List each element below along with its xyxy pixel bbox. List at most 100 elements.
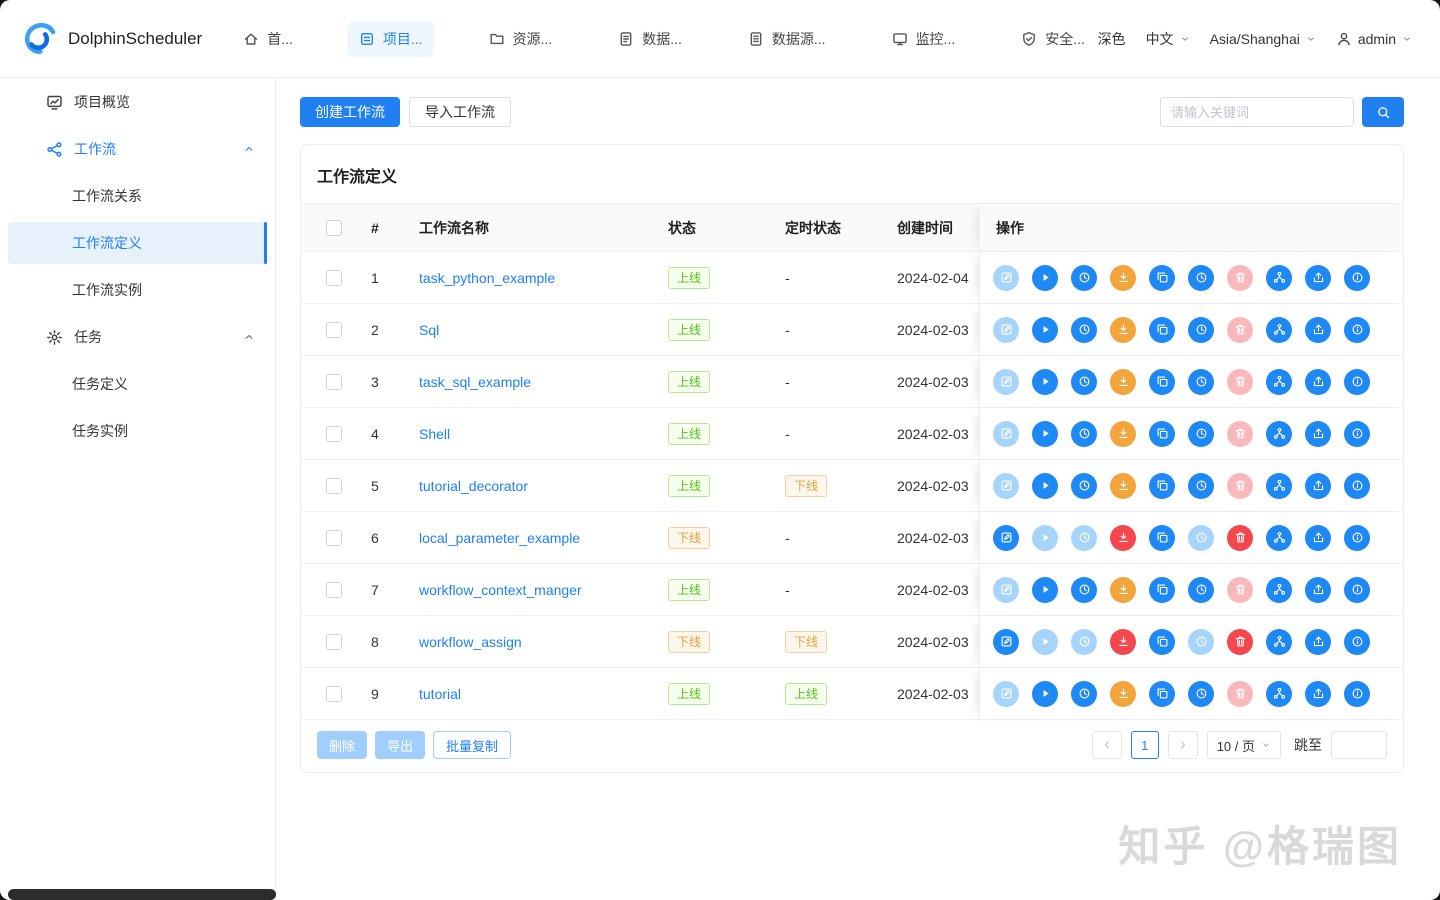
- tree-view-button[interactable]: [1266, 421, 1292, 447]
- timing-button[interactable]: [1071, 525, 1097, 551]
- tree-view-button[interactable]: [1266, 265, 1292, 291]
- workflow-name-link[interactable]: Shell: [419, 426, 450, 442]
- timing-button[interactable]: [1071, 577, 1097, 603]
- version-info-button[interactable]: [1344, 525, 1370, 551]
- sidebar-item-workflow-instance[interactable]: 工作流实例: [8, 269, 267, 311]
- export-button[interactable]: [1305, 681, 1331, 707]
- cron-manage-button[interactable]: [1188, 369, 1214, 395]
- cron-manage-button[interactable]: [1188, 577, 1214, 603]
- export-button[interactable]: [1305, 629, 1331, 655]
- nav-item-home[interactable]: 首...: [232, 21, 304, 57]
- copy-name-icon[interactable]: [613, 322, 628, 337]
- copy-name-icon[interactable]: [613, 270, 628, 285]
- edit-button[interactable]: [993, 265, 1019, 291]
- run-button[interactable]: [1032, 473, 1058, 499]
- edit-button[interactable]: [993, 421, 1019, 447]
- row-checkbox[interactable]: [326, 634, 342, 650]
- edit-button[interactable]: [993, 473, 1019, 499]
- brand[interactable]: DolphinScheduler: [20, 21, 202, 57]
- sidebar-item-workflow-definition[interactable]: 工作流定义: [8, 222, 267, 264]
- row-checkbox[interactable]: [326, 582, 342, 598]
- version-info-button[interactable]: [1344, 369, 1370, 395]
- row-checkbox[interactable]: [326, 374, 342, 390]
- copy-workflow-button[interactable]: [1149, 577, 1175, 603]
- delete-button[interactable]: [1227, 317, 1253, 343]
- sidebar-item-workflow-relation[interactable]: 工作流关系: [8, 175, 267, 217]
- row-checkbox[interactable]: [326, 478, 342, 494]
- online-offline-button[interactable]: [1110, 265, 1136, 291]
- tree-view-button[interactable]: [1266, 369, 1292, 395]
- version-info-button[interactable]: [1344, 421, 1370, 447]
- run-button[interactable]: [1032, 577, 1058, 603]
- timing-button[interactable]: [1071, 681, 1097, 707]
- search-input[interactable]: [1160, 97, 1354, 127]
- timing-button[interactable]: [1071, 265, 1097, 291]
- edit-button[interactable]: [993, 577, 1019, 603]
- run-button[interactable]: [1032, 681, 1058, 707]
- copy-name-icon[interactable]: [613, 530, 628, 545]
- edit-button[interactable]: [993, 629, 1019, 655]
- run-button[interactable]: [1032, 525, 1058, 551]
- delete-button[interactable]: [1227, 421, 1253, 447]
- version-info-button[interactable]: [1344, 317, 1370, 343]
- timezone-select[interactable]: Asia/Shanghai: [1210, 31, 1316, 47]
- nav-item-datasource[interactable]: 数据源...: [737, 21, 837, 57]
- cron-manage-button[interactable]: [1188, 265, 1214, 291]
- import-workflow-button[interactable]: 导入工作流: [409, 97, 511, 127]
- export-button[interactable]: [1305, 473, 1331, 499]
- jump-page-input[interactable]: [1331, 731, 1387, 759]
- nav-item-security[interactable]: 安全...: [1010, 21, 1096, 57]
- copy-workflow-button[interactable]: [1149, 629, 1175, 655]
- nav-item-resources[interactable]: 资源...: [478, 21, 564, 57]
- copy-name-icon[interactable]: [613, 478, 628, 493]
- theme-toggle[interactable]: 深色: [1098, 29, 1126, 49]
- copy-workflow-button[interactable]: [1149, 369, 1175, 395]
- export-button[interactable]: [1305, 317, 1331, 343]
- tree-view-button[interactable]: [1266, 629, 1292, 655]
- run-button[interactable]: [1032, 369, 1058, 395]
- nav-item-project[interactable]: 项目...: [348, 21, 434, 57]
- horizontal-scrollbar[interactable]: [8, 889, 276, 900]
- workflow-name-link[interactable]: tutorial: [419, 686, 461, 702]
- run-button[interactable]: [1032, 265, 1058, 291]
- nav-item-monitor[interactable]: 监控...: [881, 21, 967, 57]
- page-size-select[interactable]: 10 / 页: [1207, 731, 1281, 759]
- tree-view-button[interactable]: [1266, 577, 1292, 603]
- version-info-button[interactable]: [1344, 681, 1370, 707]
- timing-button[interactable]: [1071, 421, 1097, 447]
- online-offline-button[interactable]: [1110, 681, 1136, 707]
- tree-view-button[interactable]: [1266, 681, 1292, 707]
- nav-item-data-quality[interactable]: 数据...: [607, 21, 693, 57]
- sidebar-item-task-definition[interactable]: 任务定义: [8, 363, 267, 405]
- timing-button[interactable]: [1071, 473, 1097, 499]
- online-offline-button[interactable]: [1110, 369, 1136, 395]
- run-button[interactable]: [1032, 317, 1058, 343]
- user-menu[interactable]: admin: [1336, 31, 1412, 47]
- tree-view-button[interactable]: [1266, 473, 1292, 499]
- create-workflow-button[interactable]: 创建工作流: [300, 97, 400, 127]
- sidebar-item-task-instance[interactable]: 任务实例: [8, 410, 267, 452]
- export-button[interactable]: [1305, 525, 1331, 551]
- page-1-button[interactable]: 1: [1131, 731, 1159, 759]
- copy-name-icon[interactable]: [613, 374, 628, 389]
- copy-name-icon[interactable]: [613, 582, 628, 597]
- version-info-button[interactable]: [1344, 473, 1370, 499]
- workflow-name-link[interactable]: tutorial_decorator: [419, 478, 528, 494]
- version-info-button[interactable]: [1344, 629, 1370, 655]
- cron-manage-button[interactable]: [1188, 525, 1214, 551]
- run-button[interactable]: [1032, 629, 1058, 655]
- cron-manage-button[interactable]: [1188, 681, 1214, 707]
- copy-name-icon[interactable]: [613, 686, 628, 701]
- delete-button[interactable]: [1227, 577, 1253, 603]
- language-select[interactable]: 中文: [1146, 29, 1190, 49]
- version-info-button[interactable]: [1344, 577, 1370, 603]
- copy-workflow-button[interactable]: [1149, 525, 1175, 551]
- online-offline-button[interactable]: [1110, 577, 1136, 603]
- export-button[interactable]: [1305, 369, 1331, 395]
- online-offline-button[interactable]: [1110, 421, 1136, 447]
- version-info-button[interactable]: [1344, 265, 1370, 291]
- delete-button[interactable]: [1227, 525, 1253, 551]
- online-offline-button[interactable]: [1110, 629, 1136, 655]
- workflow-name-link[interactable]: task_sql_example: [419, 374, 531, 390]
- delete-button[interactable]: [1227, 681, 1253, 707]
